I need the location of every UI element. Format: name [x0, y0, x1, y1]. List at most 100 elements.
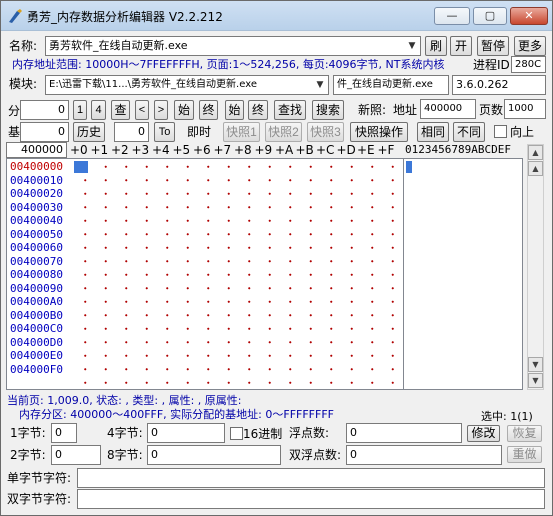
single-byte-string-field[interactable] [77, 468, 545, 488]
float-field[interactable]: 0 [346, 423, 462, 443]
hex-column-label: +1 [90, 143, 109, 157]
selection-count: 选中: 1(1) [481, 410, 533, 423]
hex-byte-grid[interactable] [73, 160, 403, 389]
address-label: 地址 [393, 103, 418, 117]
module-name-field[interactable]: 件_在线自动更新.exe [333, 75, 449, 95]
hex-column-label: +D [336, 143, 356, 157]
byte8-label: 8字节: [107, 448, 143, 462]
ascii-view[interactable] [403, 158, 523, 390]
hex-column-label: +E [357, 143, 375, 157]
snapshot-2-button[interactable]: 快照2 [265, 122, 302, 142]
byte2-label: 2字节: [10, 448, 46, 462]
ascii-cursor [406, 161, 412, 173]
page-bytes-field[interactable]: 1000 [504, 99, 546, 119]
scroll-top-icon[interactable]: ▲ [528, 145, 543, 160]
double-byte-string-field[interactable] [77, 489, 545, 509]
open-button[interactable]: 开 [450, 36, 472, 56]
step-4-button[interactable]: 4 [91, 100, 106, 120]
address-row-label: 00400010 [10, 173, 63, 187]
refresh-button[interactable]: 刷 [425, 36, 447, 56]
base-label: 基 [8, 125, 21, 139]
hex-cursor [74, 161, 88, 173]
modify-button[interactable]: 修改 [467, 425, 500, 442]
pause-button[interactable]: 暂停 [477, 36, 509, 56]
minimize-button[interactable]: — [434, 7, 470, 25]
more-button[interactable]: 更多 [514, 36, 546, 56]
instant-label: 即时 [187, 125, 212, 139]
new-snapshot-label: 新照: [358, 103, 387, 117]
hex-column-label: +9 [254, 143, 273, 157]
hex-column-label: +3 [131, 143, 150, 157]
maximize-button[interactable]: ▢ [473, 7, 507, 25]
redo-button[interactable]: 重做 [507, 446, 542, 463]
address-row-label: 00400080 [10, 268, 63, 281]
scroll-up-icon[interactable]: ▲ [528, 161, 543, 176]
address-row-label: 00400000 [10, 160, 63, 173]
history-button[interactable]: 历史 [73, 122, 105, 142]
byte4-label: 4字节: [107, 426, 143, 440]
page-bytes-label: 页数 [479, 103, 504, 117]
ascii-column-header: 0123456789ABCDEF [405, 143, 511, 156]
last-page-button[interactable]: 终 [199, 100, 218, 120]
same-button[interactable]: 相同 [417, 122, 449, 142]
to-button[interactable]: To [154, 122, 175, 142]
hex-view[interactable]: 00400000 00400010 00400020 00400030 00400040… [6, 158, 404, 390]
app-icon [9, 9, 22, 23]
module-select[interactable]: E:\迅雷下载\11...\勇芳软件_在线自动更新.exe ▼ [45, 75, 329, 95]
address-row-label: 004000A0 [10, 295, 63, 308]
process-select-value: 勇芳软件_在线自动更新.exe [49, 39, 188, 52]
first-page-button[interactable]: 始 [174, 100, 194, 120]
restore-button[interactable]: 恢复 [507, 425, 542, 442]
hex-scrollbar[interactable]: ▲ ▲ ▼ ▼ [527, 144, 544, 390]
fen-label: 分 [8, 104, 21, 118]
scroll-down-icon[interactable]: ▼ [528, 357, 543, 372]
snapshot-1-button[interactable]: 快照1 [223, 122, 260, 142]
hex16-label: 16进制 [243, 427, 283, 441]
query-button[interactable]: 查 [111, 100, 130, 120]
process-select[interactable]: 勇芳软件_在线自动更新.exe ▼ [45, 36, 421, 56]
prev-page-button[interactable]: < [135, 100, 149, 120]
byte1-field[interactable]: 0 [51, 423, 77, 443]
page-field[interactable]: 0 [20, 100, 69, 120]
byte8-field[interactable]: 0 [147, 445, 281, 465]
byte4-field[interactable]: 0 [147, 423, 225, 443]
pid-field[interactable]: 280C [511, 56, 546, 73]
snapshot-ops-button[interactable]: 快照操作 [350, 122, 408, 142]
window-title: 勇芳_内存数据分析编辑器 V2.2.212 [27, 10, 223, 24]
hex-column-label: +8 [234, 143, 252, 157]
base-address-field[interactable]: 400000 [6, 142, 67, 158]
end-button[interactable]: 终 [248, 100, 268, 120]
hex-column-label: +F [377, 143, 395, 157]
close-button[interactable]: ✕ [510, 7, 548, 25]
hex-column-label: +B [295, 143, 314, 157]
byte2-field[interactable]: 0 [51, 445, 101, 465]
module-select-value: E:\迅雷下载\11...\勇芳软件_在线自动更新.exe [49, 79, 257, 90]
hex-column-label: +5 [172, 143, 191, 157]
search-up-label: 向上 [510, 125, 535, 139]
hex-column-label: +7 [213, 143, 232, 157]
search-button[interactable]: 搜索 [312, 100, 344, 120]
search-up-checkbox[interactable] [494, 125, 507, 138]
next-page-button[interactable]: > [154, 100, 168, 120]
address-field[interactable]: 400000 [420, 99, 476, 119]
to-field[interactable]: 0 [114, 122, 149, 142]
find-button[interactable]: 查找 [274, 100, 306, 120]
double-field[interactable]: 0 [346, 445, 502, 465]
pid-label: 进程ID [473, 58, 510, 72]
start-button[interactable]: 始 [225, 100, 244, 120]
hex-column-label: +C [316, 143, 335, 157]
base-field[interactable]: 0 [20, 122, 69, 142]
diff-button[interactable]: 不同 [453, 122, 485, 142]
hex-column-label: +6 [193, 143, 211, 157]
address-row-label: 00400040 [10, 214, 63, 227]
address-row-label: 00400070 [10, 254, 63, 268]
scroll-bottom-icon[interactable]: ▼ [528, 373, 543, 388]
step-1-button[interactable]: 1 [73, 100, 87, 120]
hex16-checkbox[interactable] [230, 427, 243, 440]
address-column: 00400000 00400010 00400020 00400030 00400040… [10, 160, 72, 376]
snapshot-3-button[interactable]: 快照3 [307, 122, 344, 142]
float-label: 浮点数: [289, 426, 330, 440]
module-version-field[interactable]: 3.6.0.262 [452, 75, 546, 95]
chevron-down-icon: ▼ [316, 80, 324, 90]
address-row-label: 004000F0 [10, 362, 63, 376]
